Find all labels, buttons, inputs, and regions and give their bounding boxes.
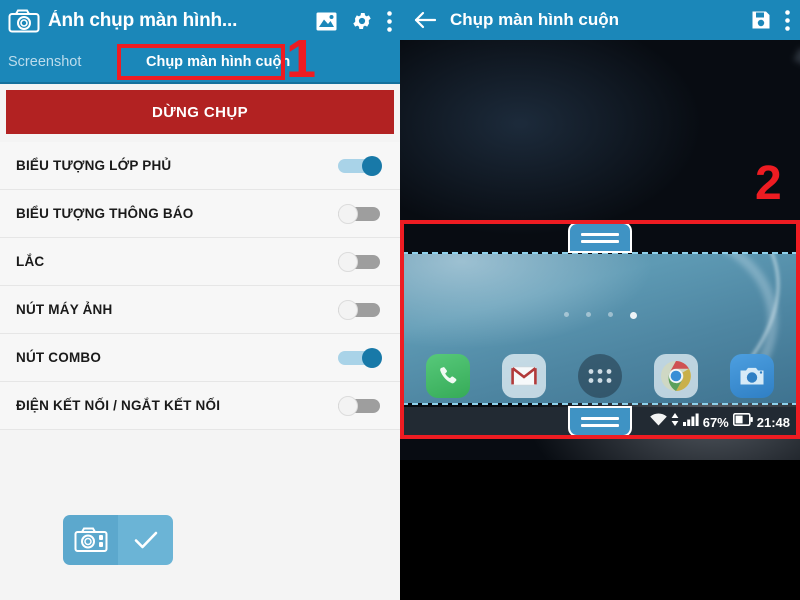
setting-row-camera-button[interactable]: NÚT MÁY ẢNH (0, 286, 400, 334)
toggle-thumb (362, 155, 382, 176)
toggle-combo-button[interactable] (338, 347, 384, 368)
toggle-thumb (338, 395, 358, 416)
save-floppy-icon[interactable] (751, 10, 771, 30)
setting-label: BIỂU TƯỢNG LỚP PHỦ (16, 158, 172, 173)
annotation-box-1 (117, 44, 285, 80)
setting-row-shake[interactable]: LẮC (0, 238, 400, 286)
setting-label: LẮC (16, 254, 45, 269)
camera-icon[interactable] (63, 515, 118, 565)
toggle-overlay-icon[interactable] (338, 155, 384, 176)
page-title: Ảnh chụp màn hình... (48, 10, 238, 31)
setting-label: ĐIỆN KẾT NỐI / NGẮT KẾT NỐI (16, 398, 221, 413)
setting-row-combo-button[interactable]: NÚT COMBO (0, 334, 400, 382)
overflow-menu-icon[interactable] (387, 10, 392, 32)
back-arrow-icon[interactable] (414, 11, 436, 29)
stop-capture-button[interactable]: DỪNG CHỤP (6, 90, 394, 134)
annotation-number-2: 2 (755, 157, 782, 210)
toggle-thumb (338, 299, 358, 320)
gallery-image-icon[interactable] (316, 12, 337, 31)
toggle-connect-disconnect[interactable] (338, 395, 384, 416)
setting-label: NÚT MÁY ẢNH (16, 302, 113, 317)
page-title: Chụp màn hình cuộn (450, 10, 620, 29)
toggle-shake[interactable] (338, 251, 384, 272)
setting-row-notification-icon[interactable]: BIỂU TƯỢNG THÔNG BÁO (0, 190, 400, 238)
setting-row-connect-disconnect[interactable]: ĐIỆN KẾT NỐI / NGẮT KẾT NỐI (0, 382, 400, 430)
tab-screenshot[interactable]: Screenshot (0, 42, 128, 82)
toggle-thumb (362, 347, 382, 368)
floating-capture-widget[interactable] (63, 515, 173, 565)
setting-label: NÚT COMBO (16, 350, 102, 365)
right-app-header: Chụp màn hình cuộn (400, 0, 800, 40)
right-panel-scroll-capture-preview: Chụp màn hình cuộn 67% 21:48 2 (400, 0, 800, 600)
toggle-camera-button[interactable] (338, 299, 384, 320)
camera-outline-icon (8, 9, 40, 33)
gear-icon[interactable] (351, 10, 373, 32)
left-app-header: Ảnh chụp màn hình... (0, 0, 400, 42)
settings-list: BIỂU TƯỢNG LỚP PHỦ BIỂU TƯỢNG THÔNG BÁO … (0, 142, 400, 430)
screenshot-root: Ảnh chụp màn hình... Screenshot Chụp màn… (0, 0, 800, 600)
left-panel-app-settings: Ảnh chụp màn hình... Screenshot Chụp màn… (0, 0, 400, 600)
overflow-menu-icon[interactable] (785, 9, 790, 31)
setting-label: BIỂU TƯỢNG THÔNG BÁO (16, 206, 194, 221)
toggle-thumb (338, 251, 358, 272)
toggle-thumb (338, 203, 358, 224)
annotation-box-2 (400, 220, 800, 439)
toggle-notification-icon[interactable] (338, 203, 384, 224)
setting-row-overlay-icon[interactable]: BIỂU TƯỢNG LỚP PHỦ (0, 142, 400, 190)
annotation-number-1: 1 (286, 29, 317, 89)
checkmark-icon[interactable] (118, 515, 173, 565)
